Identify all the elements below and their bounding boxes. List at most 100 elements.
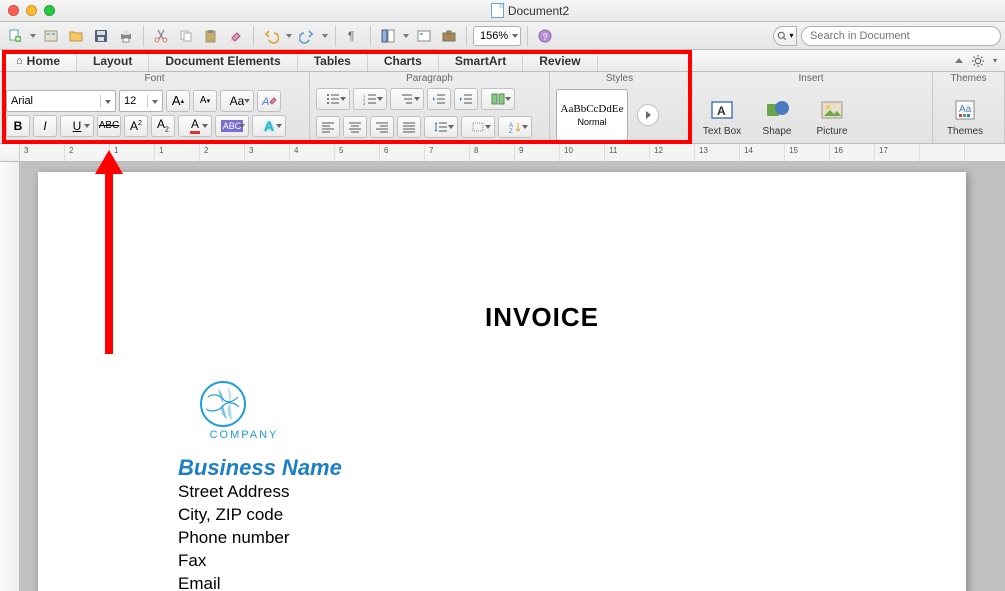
- align-right-button[interactable]: [370, 116, 394, 138]
- font-size-combo[interactable]: 12: [119, 90, 163, 112]
- undo-button[interactable]: [260, 25, 282, 47]
- change-case-button[interactable]: Aa: [220, 90, 254, 112]
- insert-picture-button[interactable]: Picture: [806, 88, 858, 144]
- bold-button[interactable]: B: [6, 115, 30, 137]
- logo-caption: COMPANY: [208, 429, 280, 441]
- decrease-indent-button[interactable]: [427, 88, 451, 110]
- svg-text:?: ?: [543, 32, 548, 42]
- vertical-ruler[interactable]: [0, 162, 20, 591]
- zoom-window-button[interactable]: [44, 5, 55, 16]
- show-formatting-button[interactable]: ¶: [342, 25, 364, 47]
- ribbon-tabs: ⌂ Home Layout Document Elements Tables Ch…: [0, 50, 1005, 72]
- page-scroll[interactable]: INVOICE COMPANY Business Name Street Add…: [20, 162, 1005, 591]
- svg-text:A: A: [261, 96, 269, 108]
- search-input[interactable]: [801, 26, 1001, 46]
- sort-button[interactable]: AZ: [498, 116, 532, 138]
- align-left-button[interactable]: [316, 116, 340, 138]
- tab-label: Charts: [384, 54, 422, 68]
- horizontal-ruler[interactable]: 3211234567891011121314151617: [0, 144, 1005, 162]
- style-normal[interactable]: AaBbCcDdEe Normal: [556, 89, 628, 141]
- svg-text:Z: Z: [509, 129, 513, 133]
- tab-smartart[interactable]: SmartArt: [439, 50, 523, 71]
- gallery-button[interactable]: [413, 25, 435, 47]
- ruler-tick: 4: [294, 146, 298, 155]
- themes-button[interactable]: Aa Themes: [939, 88, 991, 144]
- cut-button[interactable]: [150, 25, 172, 47]
- tab-document-elements[interactable]: Document Elements: [149, 50, 297, 71]
- clear-formatting-button[interactable]: A: [257, 90, 281, 112]
- subscript-button[interactable]: A2: [151, 115, 175, 137]
- font-group: Font Arial 12 A▴ A▾ Aa A B I U ABC A2 A2…: [0, 72, 310, 143]
- group-label: Insert: [690, 72, 932, 86]
- borders-button[interactable]: [461, 116, 495, 138]
- home-icon: ⌂: [16, 55, 23, 67]
- search-scope-button[interactable]: ▾: [773, 26, 797, 46]
- open-button[interactable]: [65, 25, 87, 47]
- paragraph-group: Paragraph 123 AZ: [310, 72, 550, 143]
- new-dropdown[interactable]: [29, 34, 37, 38]
- tab-review[interactable]: Review: [523, 50, 597, 71]
- ruler-tick: 16: [834, 146, 843, 155]
- minimize-window-button[interactable]: [26, 5, 37, 16]
- insert-shape-button[interactable]: Shape: [751, 88, 803, 144]
- styles-group: Styles AaBbCcDdEe Normal: [550, 72, 690, 143]
- quick-access-toolbar: ¶ 156% ? ▾: [0, 22, 1005, 50]
- underline-button[interactable]: U: [60, 115, 94, 137]
- line-spacing-button[interactable]: [424, 116, 458, 138]
- close-window-button[interactable]: [8, 5, 19, 16]
- shrink-font-button[interactable]: A▾: [193, 90, 217, 112]
- tab-charts[interactable]: Charts: [368, 50, 439, 71]
- superscript-button[interactable]: A2: [124, 115, 148, 137]
- font-name-value: Arial: [11, 95, 33, 107]
- new-document-button[interactable]: [4, 25, 26, 47]
- tab-label: Home: [27, 54, 60, 68]
- redo-button[interactable]: [296, 25, 318, 47]
- justify-button[interactable]: [397, 116, 421, 138]
- zoom-combo[interactable]: 156%: [473, 26, 521, 46]
- save-button[interactable]: [90, 25, 112, 47]
- ruler-tick: 2: [204, 146, 208, 155]
- ruler-tick: 9: [519, 146, 523, 155]
- ruler-tick: 6: [384, 146, 388, 155]
- ruler-tick: 2: [69, 146, 73, 155]
- collapse-ribbon-button[interactable]: [955, 58, 963, 63]
- help-button[interactable]: ?: [534, 25, 556, 47]
- ruler-tick: 14: [744, 146, 753, 155]
- multilevel-list-button[interactable]: [390, 88, 424, 110]
- group-label: Font: [0, 72, 309, 86]
- insert-text-box-button[interactable]: A Text Box: [696, 88, 748, 144]
- tab-label: Layout: [93, 54, 132, 68]
- numbering-button[interactable]: 123: [353, 88, 387, 110]
- grow-font-button[interactable]: A▴: [166, 90, 190, 112]
- navigation-pane-button[interactable]: [377, 25, 399, 47]
- redo-dropdown[interactable]: [321, 34, 329, 38]
- styles-more-button[interactable]: [637, 104, 659, 126]
- tab-home[interactable]: ⌂ Home: [0, 50, 77, 71]
- columns-button[interactable]: [481, 88, 515, 110]
- print-button[interactable]: [115, 25, 137, 47]
- tab-tables[interactable]: Tables: [298, 50, 368, 71]
- toolbox-button[interactable]: [438, 25, 460, 47]
- strikethrough-button[interactable]: ABC: [97, 115, 121, 137]
- align-center-button[interactable]: [343, 116, 367, 138]
- font-color-button[interactable]: A: [178, 115, 212, 137]
- format-painter-button[interactable]: [225, 25, 247, 47]
- italic-button[interactable]: I: [33, 115, 57, 137]
- svg-text:A: A: [717, 104, 726, 118]
- navigation-dropdown[interactable]: [402, 34, 410, 38]
- paste-button[interactable]: [200, 25, 222, 47]
- document-page[interactable]: INVOICE COMPANY Business Name Street Add…: [38, 172, 966, 591]
- open-template-button[interactable]: [40, 25, 62, 47]
- undo-dropdown[interactable]: [285, 34, 293, 38]
- button-label: Picture: [816, 126, 847, 137]
- highlight-button[interactable]: ABC: [215, 115, 249, 137]
- increase-indent-button[interactable]: [454, 88, 478, 110]
- ribbon-settings-button[interactable]: [971, 54, 985, 68]
- copy-button[interactable]: [175, 25, 197, 47]
- tab-layout[interactable]: Layout: [77, 50, 149, 71]
- text-effects-button[interactable]: A: [252, 115, 286, 137]
- ruler-tick: 17: [879, 146, 888, 155]
- font-name-combo[interactable]: Arial: [6, 90, 116, 112]
- address-line: Email: [178, 573, 906, 591]
- bullets-button[interactable]: [316, 88, 350, 110]
